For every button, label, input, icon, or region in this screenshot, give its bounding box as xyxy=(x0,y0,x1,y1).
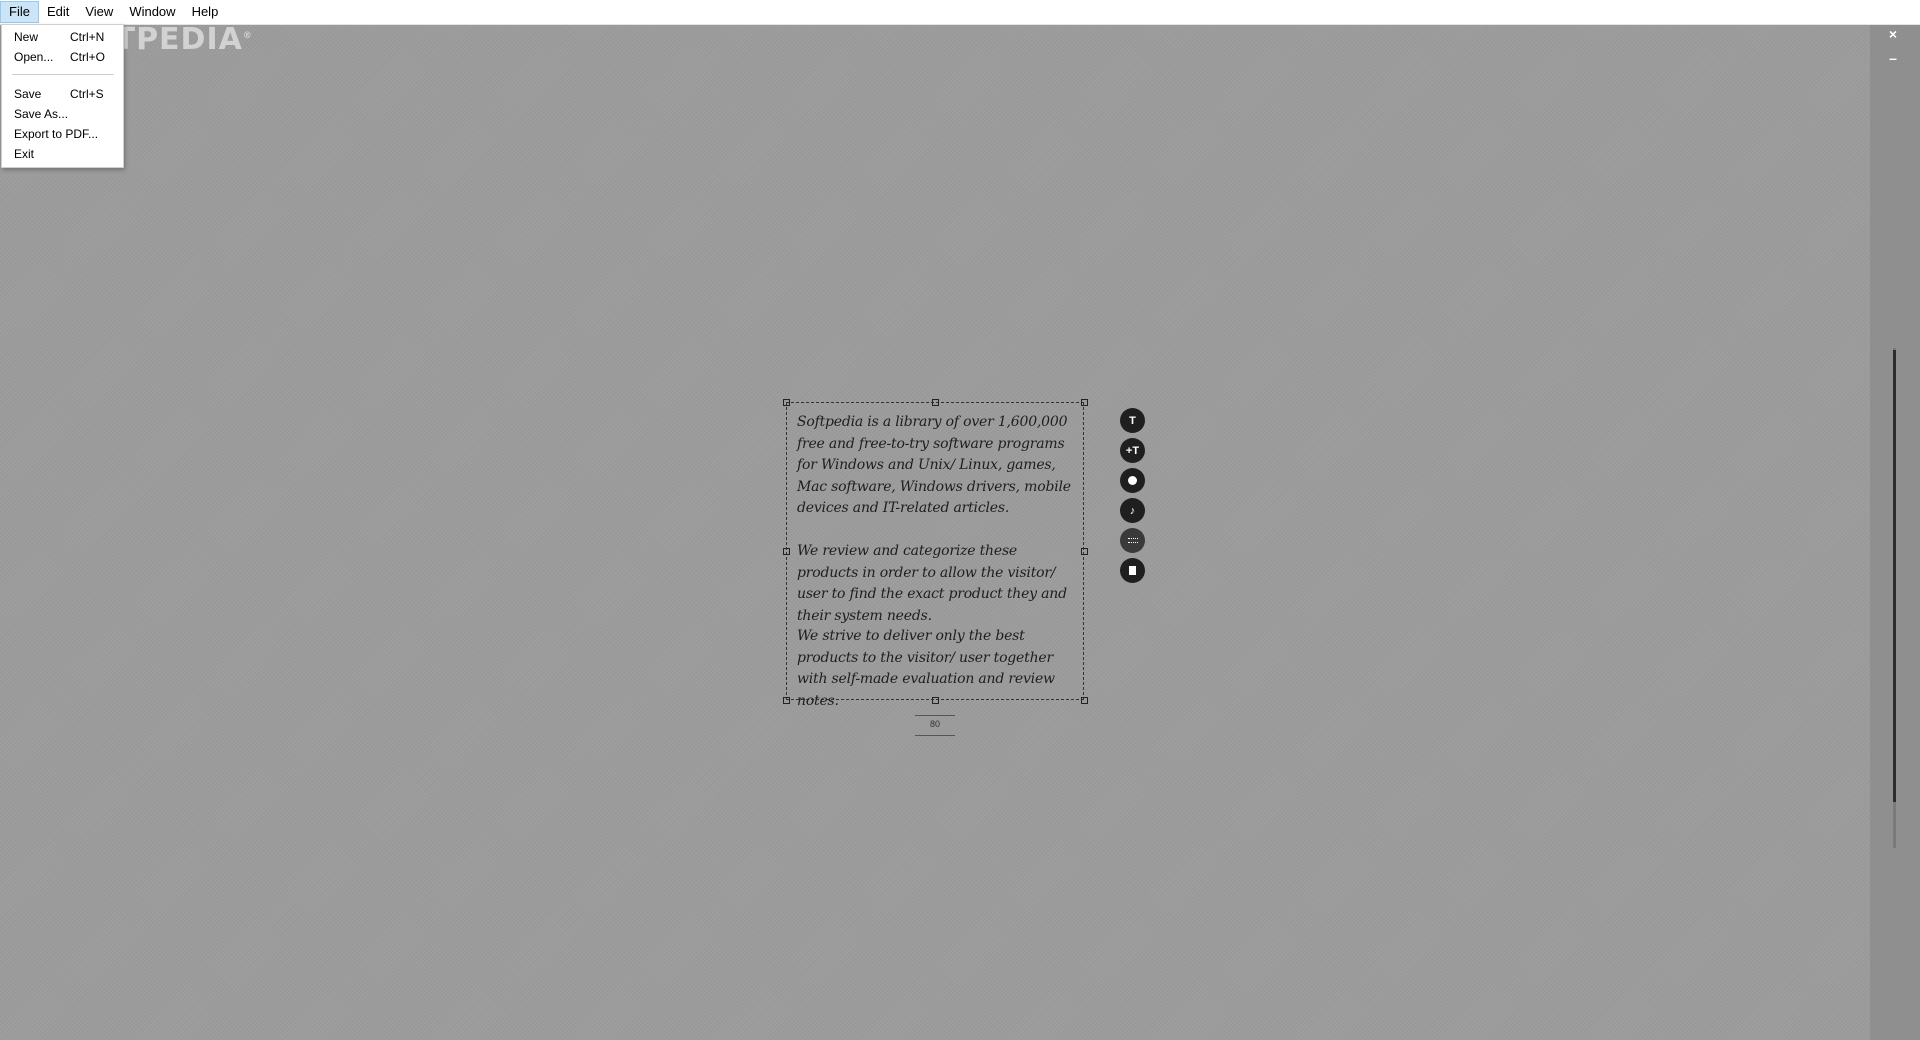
resize-handle-top-right[interactable] xyxy=(1081,399,1088,406)
circle-fill-icon xyxy=(1128,476,1137,485)
paragraph-2[interactable]: We review and categorize these products … xyxy=(797,541,1079,627)
font-size-tool-label: +T xyxy=(1125,444,1140,457)
music-note-icon: ♪ xyxy=(1129,504,1136,517)
paragraph-1[interactable]: Softpedia is a library of over 1,600,000… xyxy=(797,412,1079,520)
menu-item-label: Save As... xyxy=(14,107,69,121)
spacing-tool-button[interactable] xyxy=(1120,528,1145,553)
text-tool-button[interactable]: T xyxy=(1120,408,1145,433)
color-tool-button[interactable] xyxy=(1120,468,1145,493)
menu-item-label: Save xyxy=(14,87,42,101)
text-tool-label: T xyxy=(1129,414,1136,427)
page-tool-button[interactable] xyxy=(1120,558,1145,583)
menu-bar: File Edit View Window Help xyxy=(0,0,1920,25)
resize-handle-left[interactable] xyxy=(783,548,790,555)
watermark-mark: ® xyxy=(242,31,253,41)
page-icon xyxy=(1129,566,1136,575)
scrollbar-thumb[interactable] xyxy=(1893,350,1896,802)
menu-help[interactable]: Help xyxy=(184,1,227,23)
menu-item-label: Export to PDF... xyxy=(14,127,99,141)
menu-separator xyxy=(12,74,114,75)
menu-window[interactable]: Window xyxy=(121,1,183,23)
paragraph-3[interactable]: We strive to deliver only the best produ… xyxy=(797,626,1079,712)
menu-view[interactable]: View xyxy=(77,1,121,23)
indicator-line xyxy=(915,715,955,716)
menu-item-open[interactable]: Open... Ctrl+O xyxy=(14,48,114,66)
text-block[interactable]: Softpedia is a library of over 1,600,000… xyxy=(783,399,1088,709)
menu-item-label: Exit xyxy=(14,147,35,161)
resize-handle-right[interactable] xyxy=(1081,548,1088,555)
resize-handle-top[interactable] xyxy=(932,399,939,406)
dotted-lines-icon xyxy=(1127,538,1138,543)
menu-item-shortcut: Ctrl+S xyxy=(70,87,104,101)
menu-file[interactable]: File xyxy=(0,1,39,23)
indicator-line xyxy=(915,735,955,736)
file-menu-dropdown: New Ctrl+N Open... Ctrl+O Save Ctrl+S Sa… xyxy=(1,24,124,168)
menu-item-export-pdf[interactable]: Export to PDF... xyxy=(14,125,114,143)
font-size-tool-button[interactable]: +T xyxy=(1120,438,1145,463)
menu-item-label: Open... xyxy=(14,50,54,64)
menu-item-new[interactable]: New Ctrl+N xyxy=(14,28,114,46)
width-indicator: 80 xyxy=(915,713,955,737)
resize-handle-top-left[interactable] xyxy=(783,399,790,406)
menu-item-shortcut: Ctrl+N xyxy=(70,30,105,44)
resize-handle-bottom-left[interactable] xyxy=(783,697,790,704)
menu-item-exit[interactable]: Exit xyxy=(14,145,114,163)
menu-item-save[interactable]: Save Ctrl+S xyxy=(14,85,114,103)
resize-handle-bottom-right[interactable] xyxy=(1081,697,1088,704)
minimize-icon[interactable]: – xyxy=(1886,50,1900,66)
menu-item-label: New xyxy=(14,30,39,44)
close-icon[interactable]: × xyxy=(1886,26,1900,42)
width-value: 80 xyxy=(929,719,940,729)
menu-edit[interactable]: Edit xyxy=(39,1,77,23)
menu-item-save-as[interactable]: Save As... xyxy=(14,105,114,123)
menu-item-shortcut: Ctrl+O xyxy=(70,50,106,64)
audio-tool-button[interactable]: ♪ xyxy=(1120,498,1145,523)
